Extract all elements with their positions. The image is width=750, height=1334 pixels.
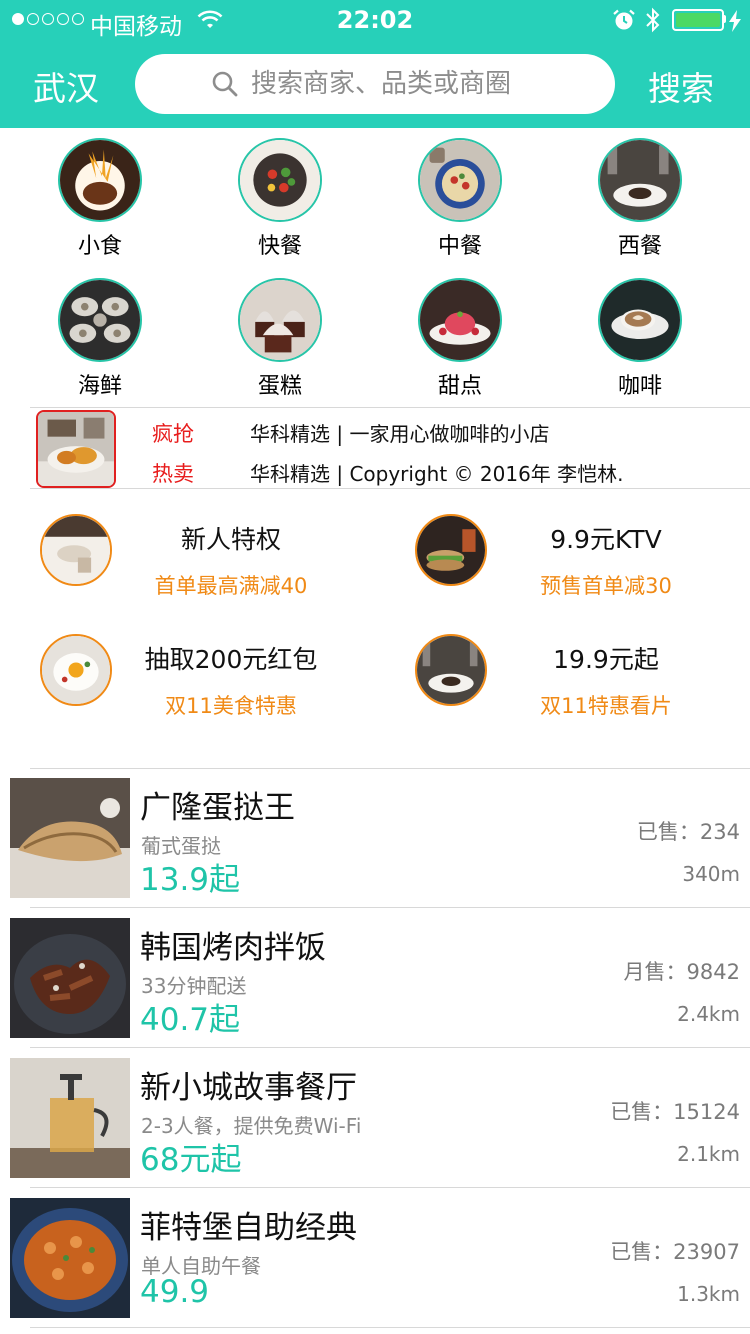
category-dessert[interactable]: 甜点	[370, 278, 550, 400]
shop-distance: 1.3km	[677, 1282, 740, 1306]
alarm-icon	[613, 9, 635, 30]
dessert-image	[418, 278, 502, 362]
category-seafood[interactable]: 海鲜	[10, 278, 190, 400]
shop-thumbnail	[10, 778, 130, 898]
promo-title: 9.9元KTV	[550, 525, 662, 554]
promo-image	[415, 634, 487, 706]
search-bar[interactable]	[135, 54, 615, 114]
promo-image	[40, 514, 112, 586]
shop-list-item[interactable]: 韩国烤肉拌饭 33分钟配送 40.7起 月售：9842 2.4km	[0, 908, 750, 1048]
shop-name: 广隆蛋挞王	[140, 790, 295, 826]
shop-price: 49.9	[140, 1274, 210, 1310]
promo-subtitle: 首单最高满减40	[154, 574, 308, 598]
shop-thumbnail	[10, 1058, 130, 1178]
shop-sales: 已售：234	[636, 820, 740, 844]
promo-subtitle: 预售首单减30	[540, 574, 672, 598]
promo-red-packet[interactable]: 抽取200元红包 双11美食特惠	[40, 628, 385, 728]
category-fast-food[interactable]: 快餐	[190, 138, 370, 260]
ticker-tag-best-seller: 热卖	[152, 462, 194, 486]
search-icon	[212, 71, 238, 97]
category-western-food[interactable]: 西餐	[550, 138, 730, 260]
promo-subtitle: 双11美食特惠	[165, 694, 297, 718]
promo-subtitle: 双11特惠看片	[540, 694, 672, 718]
shop-list-item[interactable]: 新小城故事餐厅 2-3人餐，提供免费Wi-Fi 68元起 已售：15124 2.…	[0, 1048, 750, 1188]
category-snacks[interactable]: 小食	[10, 138, 190, 260]
search-input[interactable]	[251, 64, 591, 104]
promo-movie[interactable]: 19.9元起 双11特惠看片	[415, 628, 750, 728]
promo-title: 19.9元起	[553, 645, 659, 674]
snacks-image	[58, 138, 142, 222]
category-label: 中餐	[437, 234, 482, 259]
fast-food-image	[238, 138, 322, 222]
category-coffee[interactable]: 咖啡	[550, 278, 730, 400]
category-label: 咖啡	[617, 374, 662, 399]
ticker-thumbnail[interactable]	[36, 410, 116, 488]
ticker-headline[interactable]: 华科精选 | Copyright © 2016年 李恺林.	[250, 458, 624, 487]
promo-ktv[interactable]: 9.9元KTV 预售首单减30	[415, 508, 750, 608]
category-label: 海鲜	[77, 374, 122, 399]
shop-sales: 已售：23907	[610, 1240, 740, 1264]
cake-image	[238, 278, 322, 362]
battery-cap	[723, 15, 726, 23]
coffee-image	[598, 278, 682, 362]
shop-list-item[interactable]: 菲特堡自助经典 单人自助午餐 49.9 已售：23907 1.3km	[0, 1188, 750, 1328]
city-selector[interactable]: 武汉	[33, 62, 99, 110]
shop-name: 菲特堡自助经典	[140, 1210, 357, 1246]
promo-newcomer[interactable]: 新人特权 首单最高满减40	[40, 508, 385, 608]
shop-distance: 340m	[682, 862, 740, 886]
list-divider	[30, 1327, 750, 1328]
promo-image	[415, 514, 487, 586]
category-chinese-food[interactable]: 中餐	[370, 138, 550, 260]
promo-title: 新人特权	[180, 525, 281, 554]
seafood-image	[58, 278, 142, 362]
clock-time: 22:02	[336, 6, 414, 34]
battery-icon	[672, 9, 724, 31]
shop-thumbnail	[10, 1198, 130, 1318]
charging-bolt-icon	[729, 10, 741, 32]
shop-price: 13.9起	[140, 862, 241, 898]
category-label: 快餐	[257, 234, 302, 259]
shop-thumbnail	[10, 918, 130, 1038]
category-label: 西餐	[617, 234, 662, 259]
ticker-tag-hot-grab: 疯抢	[152, 422, 194, 446]
category-label: 蛋糕	[257, 374, 302, 399]
category-label: 小食	[77, 234, 122, 259]
shop-price: 68元起	[140, 1142, 242, 1178]
status-bar: 中国移动 22:02	[0, 0, 750, 40]
shop-name: 新小城故事餐厅	[140, 1070, 357, 1106]
search-button[interactable]: 搜索	[648, 62, 714, 110]
western-food-image	[598, 138, 682, 222]
promo-image	[40, 634, 112, 706]
shop-distance: 2.4km	[677, 1002, 740, 1026]
bluetooth-icon	[646, 7, 660, 33]
promo-title: 抽取200元红包	[144, 645, 318, 674]
category-label: 甜点	[437, 374, 482, 399]
top-bar: 中国移动 22:02 武汉 搜索	[0, 0, 750, 128]
shop-distance: 2.1km	[677, 1142, 740, 1166]
chinese-food-image	[418, 138, 502, 222]
shop-list-item[interactable]: 广隆蛋挞王 葡式蛋挞 13.9起 已售：234 340m	[0, 768, 750, 908]
shop-sales: 已售：15124	[610, 1100, 740, 1124]
category-cake[interactable]: 蛋糕	[190, 278, 370, 400]
shop-sales: 月售：9842	[623, 960, 740, 984]
shop-price: 40.7起	[140, 1002, 241, 1038]
ticker-headline[interactable]: 华科精选 | 一家用心做咖啡的小店	[250, 418, 549, 447]
headline-ticker: 疯抢 热卖 华科精选 | 一家用心做咖啡的小店 华科精选 | Copyright…	[30, 407, 750, 489]
shop-name: 韩国烤肉拌饭	[140, 930, 326, 966]
